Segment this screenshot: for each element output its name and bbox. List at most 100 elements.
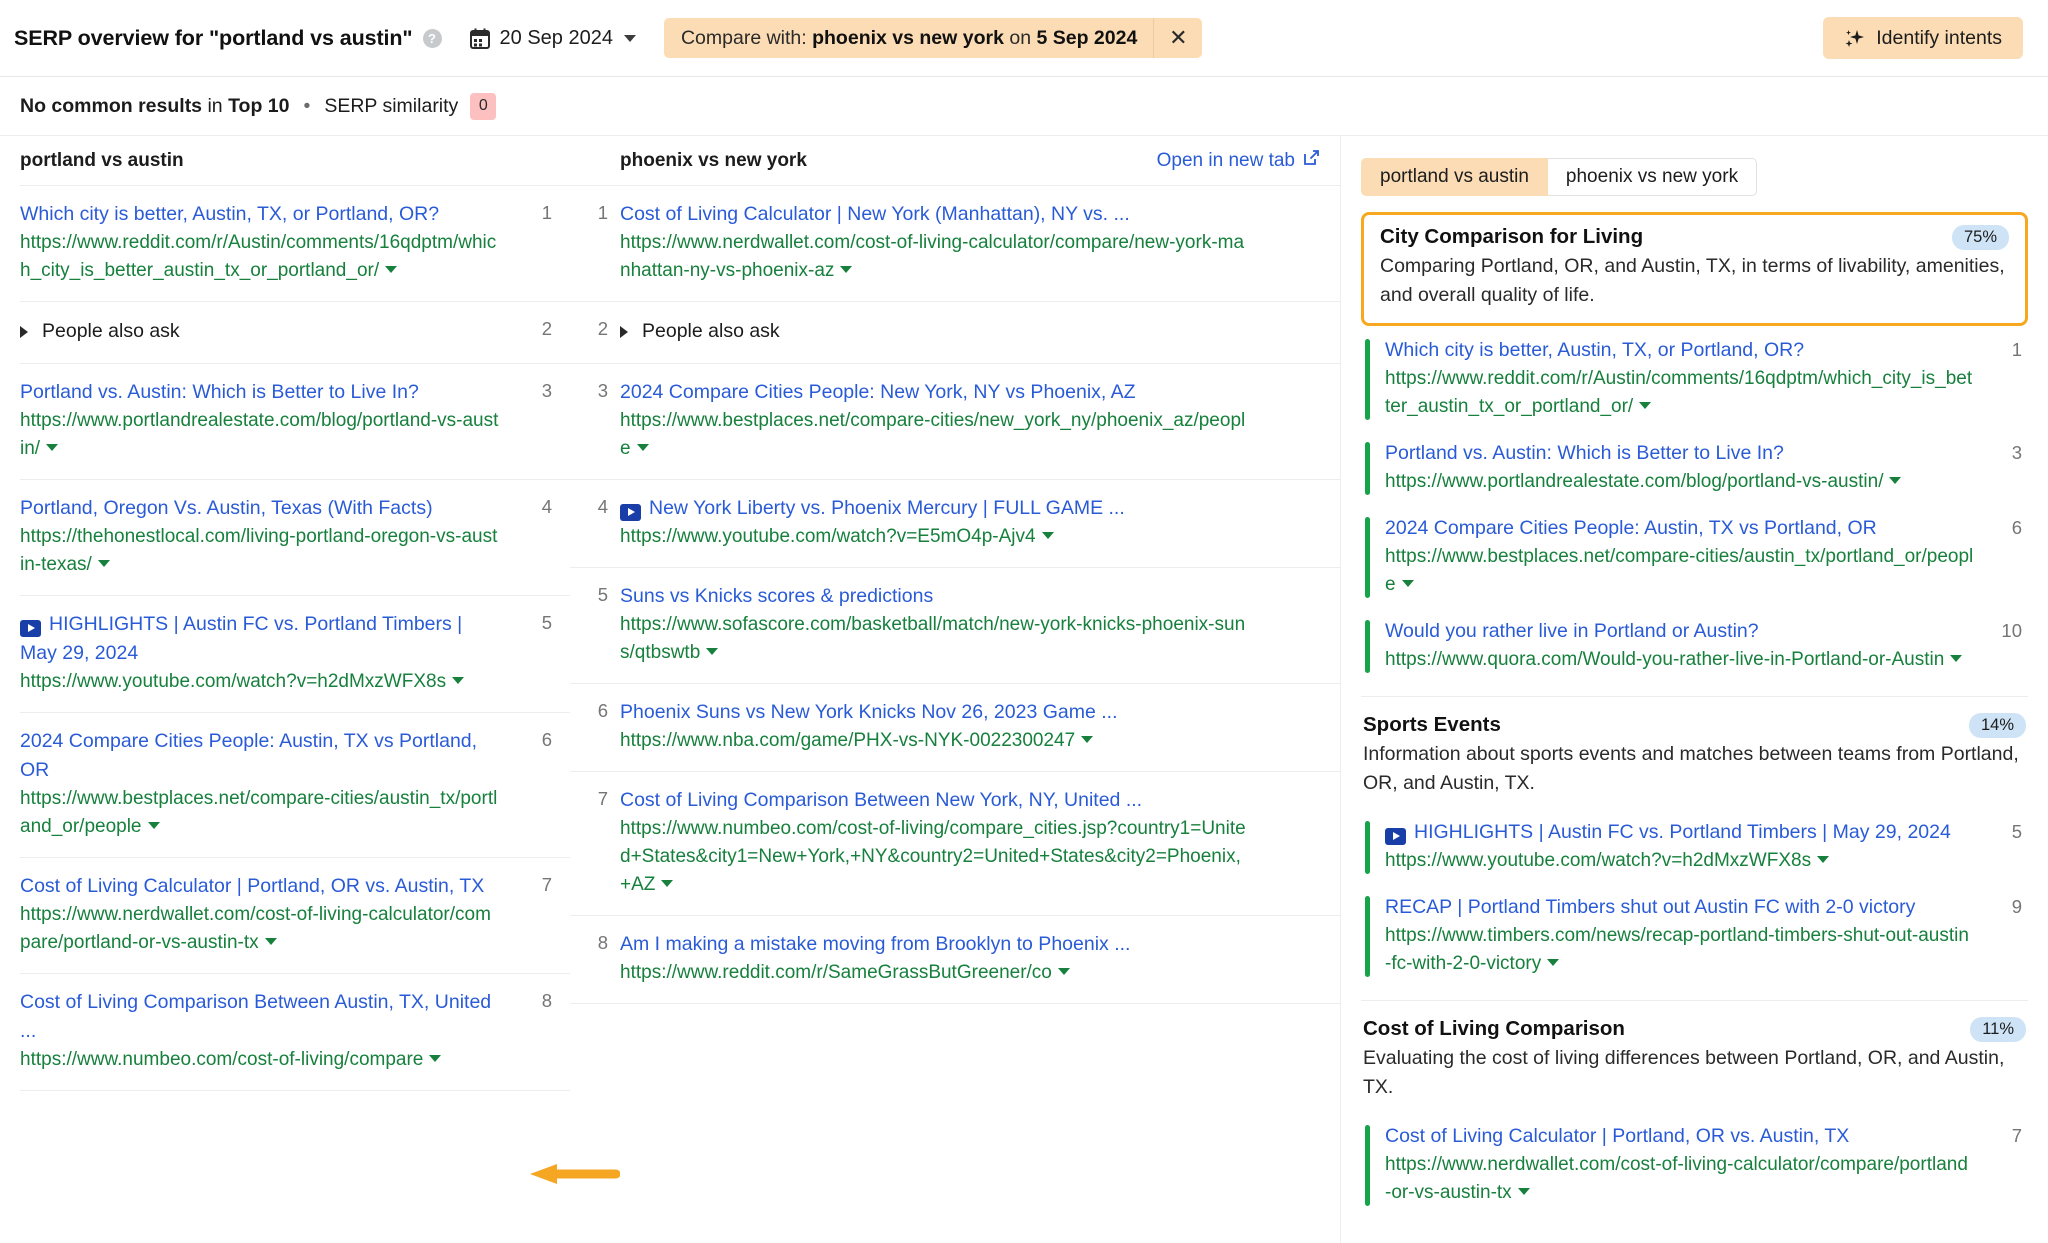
chevron-down-icon[interactable]: [1639, 402, 1651, 409]
chevron-down-icon[interactable]: [1547, 959, 1559, 966]
result-row[interactable]: 1Which city is better, Austin, TX, or Po…: [20, 186, 570, 302]
result-row[interactable]: 1Cost of Living Calculator | New York (M…: [570, 186, 1340, 302]
result-title[interactable]: RECAP | Portland Timbers shut out Austin…: [1385, 893, 1974, 922]
result-row[interactable]: 32024 Compare Cities People: New York, N…: [570, 364, 1340, 480]
result-url[interactable]: https://www.youtube.com/watch?v=h2dMxzWF…: [20, 668, 500, 696]
result-title[interactable]: Cost of Living Comparison Between Austin…: [20, 988, 500, 1046]
intent-result-row[interactable]: 5HIGHLIGHTS | Austin FC vs. Portland Tim…: [1361, 814, 2028, 883]
chevron-down-icon[interactable]: [98, 560, 110, 567]
result-title[interactable]: Am I making a mistake moving from Brookl…: [620, 930, 1250, 959]
result-row[interactable]: 5Suns vs Knicks scores & predictionshttp…: [570, 568, 1340, 684]
result-title[interactable]: Which city is better, Austin, TX, or Por…: [20, 200, 500, 229]
chevron-down-icon[interactable]: [452, 677, 464, 684]
result-url[interactable]: https://www.timbers.com/news/recap-portl…: [1385, 922, 1974, 978]
result-url[interactable]: https://thehonestlocal.com/living-portla…: [20, 523, 500, 579]
result-url[interactable]: https://www.sofascore.com/basketball/mat…: [620, 611, 1250, 667]
result-url[interactable]: https://www.numbeo.com/cost-of-living/co…: [620, 815, 1250, 899]
result-list-left: 1Which city is better, Austin, TX, or Po…: [20, 186, 570, 1091]
result-title[interactable]: Cost of Living Calculator | New York (Ma…: [620, 200, 1250, 229]
chevron-down-icon[interactable]: [265, 938, 277, 945]
chevron-down-icon[interactable]: [661, 880, 673, 887]
result-row[interactable]: 7Cost of Living Calculator | Portland, O…: [20, 858, 570, 974]
result-title[interactable]: 2024 Compare Cities People: Austin, TX v…: [1385, 514, 1974, 543]
result-title[interactable]: Which city is better, Austin, TX, or Por…: [1385, 336, 1974, 365]
chevron-down-icon[interactable]: [1518, 1188, 1530, 1195]
result-row[interactable]: 4New York Liberty vs. Phoenix Mercury | …: [570, 480, 1340, 568]
identify-intents-button[interactable]: Identify intents: [1823, 17, 2023, 59]
compare-chip[interactable]: Compare with: phoenix vs new york on 5 S…: [664, 18, 1202, 58]
chevron-down-icon[interactable]: [1402, 580, 1414, 587]
chevron-down-icon[interactable]: [46, 444, 58, 451]
intent-result-row[interactable]: 10Would you rather live in Portland or A…: [1361, 613, 2028, 682]
result-url[interactable]: https://www.reddit.com/r/SameGrassButGre…: [620, 959, 1250, 987]
result-title[interactable]: Portland, Oregon Vs. Austin, Texas (With…: [20, 494, 500, 523]
open-in-new-tab-link[interactable]: Open in new tab: [1157, 149, 1320, 172]
result-url[interactable]: https://www.bestplaces.net/compare-citie…: [1385, 543, 1974, 599]
chevron-down-icon[interactable]: [148, 822, 160, 829]
intent-result-row[interactable]: 3Portland vs. Austin: Which is Better to…: [1361, 435, 2028, 504]
result-url[interactable]: https://www.bestplaces.net/compare-citie…: [620, 407, 1250, 463]
result-title[interactable]: Portland vs. Austin: Which is Better to …: [1385, 439, 1974, 468]
result-url[interactable]: https://www.portlandrealestate.com/blog/…: [20, 407, 500, 463]
result-row[interactable]: 5HIGHLIGHTS | Austin FC vs. Portland Tim…: [20, 596, 570, 713]
close-icon[interactable]: ✕: [1154, 18, 1202, 58]
people-also-ask[interactable]: People also ask: [20, 316, 500, 347]
result-row[interactable]: 8Am I making a mistake moving from Brook…: [570, 916, 1340, 1004]
result-title[interactable]: 2024 Compare Cities People: New York, NY…: [620, 378, 1250, 407]
intent-result-row[interactable]: 7Cost of Living Calculator | Portland, O…: [1361, 1118, 2028, 1215]
result-title[interactable]: Cost of Living Comparison Between New Yo…: [620, 786, 1250, 815]
result-title[interactable]: Suns vs Knicks scores & predictions: [620, 582, 1250, 611]
result-row[interactable]: 3Portland vs. Austin: Which is Better to…: [20, 364, 570, 480]
result-title[interactable]: 2024 Compare Cities People: Austin, TX v…: [20, 727, 500, 785]
people-also-ask[interactable]: People also ask: [620, 316, 1250, 347]
intent-result-row[interactable]: 1Which city is better, Austin, TX, or Po…: [1361, 332, 2028, 429]
result-row[interactable]: 7Cost of Living Comparison Between New Y…: [570, 772, 1340, 916]
chevron-down-icon[interactable]: [637, 444, 649, 451]
result-url[interactable]: https://www.numbeo.com/cost-of-living/co…: [20, 1046, 500, 1074]
chevron-down-icon[interactable]: [1889, 477, 1901, 484]
intent-header: Cost of Living Comparison11%: [1363, 1017, 2026, 1042]
chevron-down-icon[interactable]: [1058, 968, 1070, 975]
help-circle-icon[interactable]: ?: [423, 29, 442, 48]
intent-result-row[interactable]: 62024 Compare Cities People: Austin, TX …: [1361, 510, 2028, 607]
intent-result-row[interactable]: 9RECAP | Portland Timbers shut out Austi…: [1361, 889, 2028, 986]
result-row[interactable]: 4Portland, Oregon Vs. Austin, Texas (Wit…: [20, 480, 570, 596]
result-url[interactable]: https://www.reddit.com/r/Austin/comments…: [1385, 365, 1974, 421]
result-url[interactable]: https://www.youtube.com/watch?v=E5mO4p-A…: [620, 523, 1250, 551]
result-title[interactable]: Cost of Living Calculator | Portland, OR…: [20, 872, 500, 901]
chevron-down-icon[interactable]: [385, 266, 397, 273]
result-row[interactable]: 2 People also ask: [20, 302, 570, 364]
date-picker[interactable]: 20 Sep 2024: [470, 27, 636, 50]
result-url[interactable]: https://www.portlandrealestate.com/blog/…: [1385, 468, 1974, 496]
result-row[interactable]: 2People also ask: [570, 302, 1340, 364]
chevron-down-icon[interactable]: [706, 648, 718, 655]
result-title[interactable]: HIGHLIGHTS | Austin FC vs. Portland Timb…: [20, 610, 500, 668]
result-title[interactable]: Cost of Living Calculator | Portland, OR…: [1385, 1122, 1974, 1151]
result-title[interactable]: New York Liberty vs. Phoenix Mercury | F…: [620, 494, 1250, 523]
result-row[interactable]: 6Phoenix Suns vs New York Knicks Nov 26,…: [570, 684, 1340, 772]
chevron-down-icon[interactable]: [1817, 856, 1829, 863]
result-title[interactable]: Would you rather live in Portland or Aus…: [1385, 617, 1974, 646]
chevron-down-icon[interactable]: [1081, 736, 1093, 743]
result-title[interactable]: Phoenix Suns vs New York Knicks Nov 26, …: [620, 698, 1250, 727]
result-url[interactable]: https://www.bestplaces.net/compare-citie…: [20, 785, 500, 841]
result-url[interactable]: https://www.nba.com/game/PHX-vs-NYK-0022…: [620, 727, 1250, 755]
chevron-down-icon[interactable]: [1950, 655, 1962, 662]
result-row[interactable]: 8Cost of Living Comparison Between Austi…: [20, 974, 570, 1091]
chevron-down-icon[interactable]: [840, 266, 852, 273]
intent-cards-list: City Comparison for Living75%Comparing P…: [1361, 210, 2028, 1215]
intent-tab-0[interactable]: portland vs austin: [1361, 158, 1548, 196]
result-url[interactable]: https://www.nerdwallet.com/cost-of-livin…: [20, 901, 500, 957]
result-rank: 2: [542, 318, 552, 340]
chevron-down-icon[interactable]: [1042, 532, 1054, 539]
result-url[interactable]: https://www.youtube.com/watch?v=h2dMxzWF…: [1385, 847, 1974, 875]
intent-tab-1[interactable]: phoenix vs new york: [1548, 158, 1757, 196]
result-title[interactable]: HIGHLIGHTS | Austin FC vs. Portland Timb…: [1385, 818, 1974, 847]
result-url[interactable]: https://www.nerdwallet.com/cost-of-livin…: [1385, 1151, 1974, 1207]
result-url[interactable]: https://www.nerdwallet.com/cost-of-livin…: [620, 229, 1250, 285]
chevron-down-icon[interactable]: [429, 1055, 441, 1062]
result-url[interactable]: https://www.quora.com/Would-you-rather-l…: [1385, 646, 1974, 674]
result-title[interactable]: Portland vs. Austin: Which is Better to …: [20, 378, 500, 407]
result-url[interactable]: https://www.reddit.com/r/Austin/comments…: [20, 229, 500, 285]
result-row[interactable]: 62024 Compare Cities People: Austin, TX …: [20, 713, 570, 858]
